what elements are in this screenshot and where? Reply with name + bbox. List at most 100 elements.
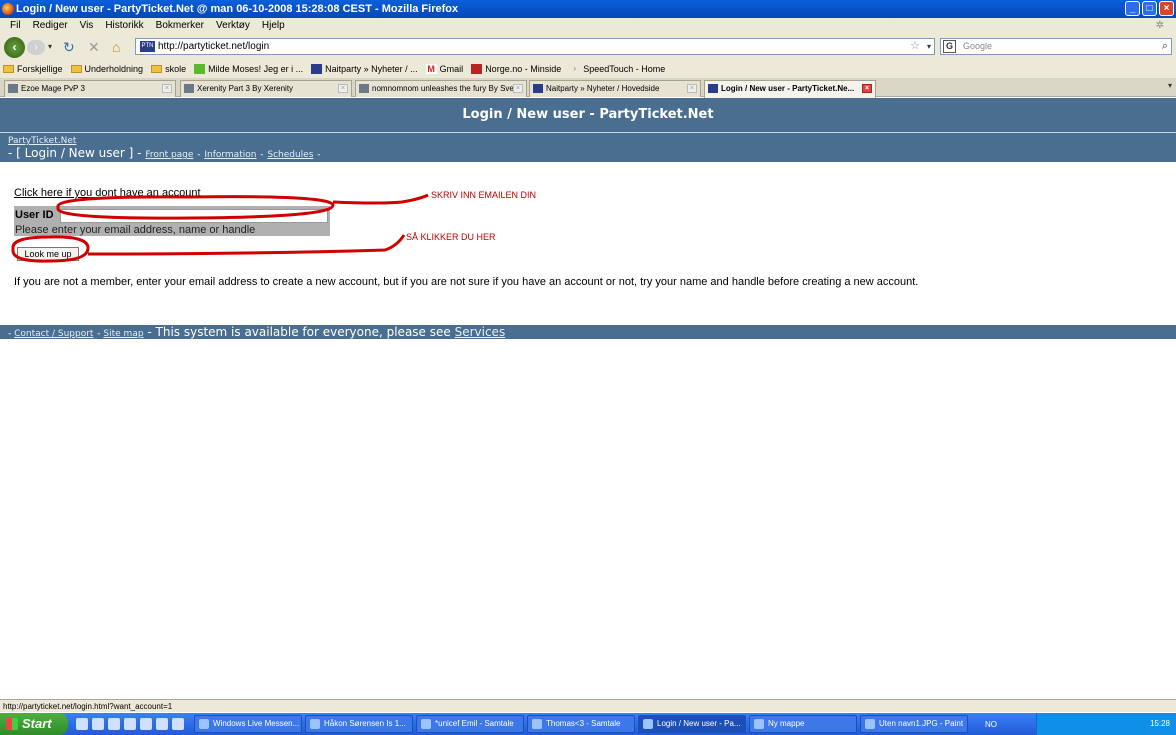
quick-launch-icon[interactable] [124,718,136,730]
tab-label: Xerenity Part 3 By Xerenity [197,84,294,93]
tab[interactable]: nomnomnom unleashes the fury By Sve... × [355,80,527,97]
tab-active[interactable]: Login / New user - PartyTicket.Ne... × [704,80,876,98]
no-account-link[interactable]: Click here if you dont have an account [14,187,201,199]
contact-support-link[interactable]: Contact / Support [14,329,93,339]
tab-label: Login / New user - PartyTicket.Ne... [721,84,855,93]
menu-file[interactable]: Fil [4,18,27,33]
tab[interactable]: Xerenity Part 3 By Xerenity × [180,80,352,97]
userid-hint: Please enter your email address, name or… [15,224,256,236]
menu-history[interactable]: Historikk [99,18,149,33]
annotation-arrow-input [332,193,429,205]
tab-close-icon[interactable]: × [862,84,872,93]
bookmark-label: skole [165,64,187,74]
schedules-link[interactable]: Schedules [267,150,313,160]
tab[interactable]: Naitparty » Nyheter / Hovedside × [529,80,701,97]
stop-icon[interactable]: ✕ [88,39,100,56]
window-title: Login / New user - PartyTicket.Net @ man… [16,3,459,15]
menu-view[interactable]: Vis [74,18,100,33]
look-me-up-button[interactable]: Look me up [17,247,79,261]
menu-edit[interactable]: Rediger [27,18,74,33]
tab-label: nomnomnom unleashes the fury By Sve... [372,84,521,93]
userid-label: User ID [15,209,54,221]
address-bar[interactable]: PTN http://partyticket.net/login ☆ ▾ [135,38,935,55]
gmail-icon: M [425,64,437,74]
taskbar-button[interactable]: Thomas<3 - Samtale [527,715,635,733]
history-dropdown-icon[interactable]: ▾ [48,42,52,51]
bookmark-star-icon[interactable]: ☆ [910,39,920,54]
url-dropdown-icon[interactable]: ▾ [927,39,931,54]
url-text: http://partyticket.net/login [158,41,270,52]
section-nav: - [ Login / New user ] - Front page - In… [8,146,321,160]
search-bar[interactable]: G Google ⌕ [940,38,1172,55]
tab-favicon [8,84,18,93]
tab-close-icon[interactable]: × [513,84,523,93]
taskbar-button[interactable]: Håkon Sørensen Is 1... [305,715,413,733]
taskbar-button-active[interactable]: Login / New user - Pa... [638,715,746,733]
maximize-button[interactable]: □ [1142,1,1157,16]
bookmark-item[interactable]: Underholdning [70,60,143,78]
taskbar-button[interactable]: Ny mappe [749,715,857,733]
bookmark-item[interactable]: skole [151,60,186,78]
membership-info: If you are not a member, enter your emai… [14,276,919,288]
taskbar-button[interactable]: *unicef Emil - Samtale [416,715,524,733]
quick-launch-icon[interactable] [172,718,184,730]
site-favicon: PTN [140,41,155,52]
tab-favicon [533,84,543,93]
tab-list-icon[interactable]: ▾ [1168,81,1172,90]
page-icon: › [569,64,581,74]
annotation-email-text: SKRIV INN EMAILEN DIN [431,190,537,200]
site-home-link[interactable]: PartyTicket.Net [0,133,1176,146]
menu-tools[interactable]: Verktøy [210,18,256,33]
taskbar-button[interactable]: Windows Live Messen... [194,715,302,733]
google-engine-icon[interactable]: G [943,40,956,53]
front-page-link[interactable]: Front page [145,150,193,160]
search-icon[interactable]: ⌕ [1162,39,1168,54]
language-indicator[interactable]: NO [971,720,1011,729]
quick-launch-icon[interactable] [76,718,88,730]
bookmark-item[interactable]: Norge.no - Minside [471,60,561,78]
folder-icon [151,65,163,73]
bookmark-item[interactable]: › SpeedTouch - Home [569,60,665,78]
bookmark-item[interactable]: M Gmail [425,60,463,78]
userid-input[interactable] [60,209,328,223]
quick-launch-icon[interactable] [108,718,120,730]
services-link[interactable]: Services [455,325,506,339]
page-icon [194,64,206,74]
reload-icon[interactable]: ↻ [63,39,75,56]
tab-close-icon[interactable]: × [338,84,348,93]
status-bar: http://partyticket.net/login.html?want_a… [0,699,1176,712]
page-title: Login / New user - PartyTicket.Net [0,98,1176,132]
bookmark-item[interactable]: Milde Moses! Jeg er i ... [194,60,303,78]
home-icon[interactable]: ⌂ [112,39,120,55]
annotation-click-text: SÅ KLIKKER DU HER [406,232,496,242]
tab-label: Naitparty » Nyheter / Hovedside [546,84,660,93]
clock: 15:28 [1149,719,1170,728]
quick-launch-icon[interactable] [140,718,152,730]
back-button[interactable]: ‹ [4,37,25,58]
quick-launch-icon[interactable] [156,718,168,730]
quick-launch [68,718,194,730]
bookmark-item[interactable]: Naitparty » Nyheter / ... [311,60,418,78]
windows-taskbar: Start Windows Live Messen... Håkon Søren… [0,713,1176,735]
tab-close-icon[interactable]: × [162,84,172,93]
system-tray: 15:28 [1036,713,1176,735]
information-link[interactable]: Information [204,150,256,160]
throbber-icon: ✲ [1155,20,1164,31]
start-button[interactable]: Start [0,713,68,735]
close-button[interactable]: × [1159,1,1174,16]
minimize-button[interactable]: _ [1125,1,1140,16]
current-section: - [ Login / New user ] - [8,146,142,160]
bookmarks-toolbar: Forskjellige Underholdning skole Milde M… [0,60,1176,78]
tab-strip: Ezoe Mage PvP 3 × Xerenity Part 3 By Xere… [0,78,1176,98]
menu-bookmarks[interactable]: Bokmerker [150,18,210,33]
naitparty-icon [311,64,323,74]
navigation-toolbar: ‹ › ▾ ↻ ✕ ⌂ PTN http://partyticket.net/l… [0,33,1176,60]
tab[interactable]: Ezoe Mage PvP 3 × [4,80,176,97]
bookmark-item[interactable]: Forskjellige [3,60,63,78]
forward-button[interactable]: › [27,40,45,55]
quick-launch-icon[interactable] [92,718,104,730]
menu-help[interactable]: Hjelp [256,18,291,33]
tab-close-icon[interactable]: × [687,84,697,93]
taskbar-button[interactable]: Uten navn1.JPG - Paint [860,715,968,733]
site-map-link[interactable]: Site map [103,329,143,339]
